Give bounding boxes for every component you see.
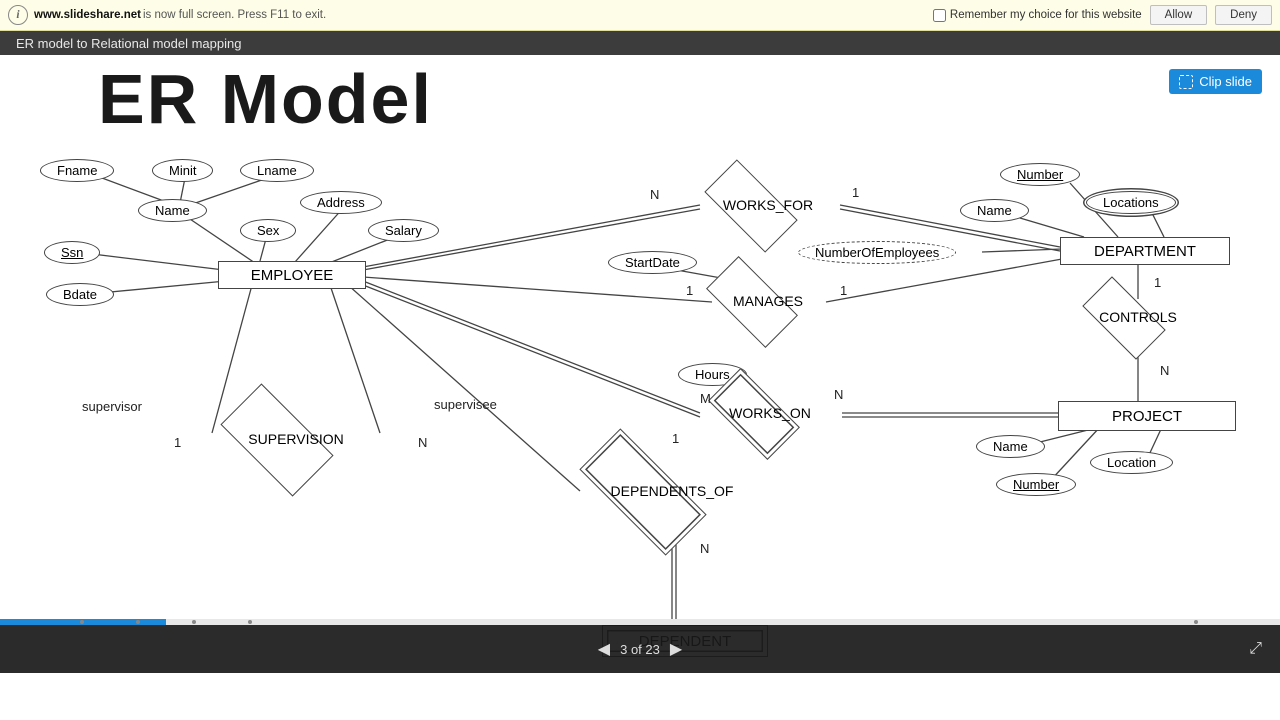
prev-slide-button[interactable]: ◀ [588, 639, 620, 659]
presentation-title: ER model to Relational model mapping [16, 36, 241, 51]
role-supervisor: supervisor [82, 399, 142, 414]
card-n2: N [418, 435, 427, 450]
attr-dept-locations: Locations [1086, 191, 1176, 214]
remember-label: Remember my choice for this website [950, 9, 1142, 21]
clip-label: Clip slide [1199, 74, 1252, 89]
rel-dependents-of: DEPENDENTS_OF [672, 491, 673, 492]
info-icon: i [8, 5, 28, 25]
page-indicator: 3 of 23 [620, 642, 660, 657]
card-1b: 1 [686, 283, 693, 298]
attr-minit: Minit [152, 159, 213, 182]
card-n5: N [1160, 363, 1169, 378]
rel-supervision: SUPERVISION [296, 439, 297, 440]
role-supervisee: supervisee [434, 397, 497, 412]
rel-works-for: WORKS_FOR [768, 205, 769, 206]
slide-title: ER Model [98, 59, 433, 139]
card-n4: N [700, 541, 709, 556]
attr-ssn: Ssn [44, 241, 100, 264]
attr-dept-number: Number [1000, 163, 1080, 186]
site-domain: www.slideshare.net [34, 9, 141, 21]
slide-nav-bar: ◀ 3 of 23 ▶ ⤢ [0, 625, 1280, 673]
card-1e: 1 [672, 431, 679, 446]
attr-startdate: StartDate [608, 251, 697, 274]
entity-employee: EMPLOYEE [218, 261, 366, 289]
rel-works-on: WORKS_ON [770, 413, 771, 414]
attr-proj-number: Number [996, 473, 1076, 496]
attr-address: Address [300, 191, 382, 214]
card-1d: 1 [174, 435, 181, 450]
attr-proj-location: Location [1090, 451, 1173, 474]
attr-dept-name: Name [960, 199, 1029, 222]
card-n: N [650, 187, 659, 202]
attr-name: Name [138, 199, 207, 222]
entity-project: PROJECT [1058, 401, 1236, 431]
attr-fname: Fname [40, 159, 114, 182]
attr-sex: Sex [240, 219, 296, 242]
fullscreen-msg: is now full screen. Press F11 to exit. [143, 9, 326, 21]
card-m: M [700, 391, 711, 406]
card-n3: N [834, 387, 843, 402]
attr-bdate: Bdate [46, 283, 114, 306]
presentation-title-bar: ER model to Relational model mapping [0, 31, 1280, 55]
clip-icon [1179, 75, 1193, 89]
attr-lname: Lname [240, 159, 314, 182]
attr-numemployees: NumberOfEmployees [798, 241, 956, 264]
card-1f: 1 [1154, 275, 1161, 290]
entity-department: DEPARTMENT [1060, 237, 1230, 265]
allow-button[interactable]: Allow [1150, 5, 1207, 25]
card-1c: 1 [840, 283, 847, 298]
rel-manages: MANAGES [768, 301, 769, 302]
card-1: 1 [852, 185, 859, 200]
deny-button[interactable]: Deny [1215, 5, 1272, 25]
remember-checkbox[interactable] [933, 9, 946, 22]
slide-canvas: ER Model Clip slide [0, 55, 1280, 673]
attr-salary: Salary [368, 219, 439, 242]
attr-proj-name: Name [976, 435, 1045, 458]
next-slide-button[interactable]: ▶ [660, 639, 692, 659]
rel-controls: CONTROLS [1138, 317, 1139, 318]
exit-fullscreen-icon[interactable]: ⤢ [1249, 640, 1262, 658]
clip-slide-button[interactable]: Clip slide [1169, 69, 1262, 94]
fullscreen-notice-bar: i www.slideshare.net is now full screen.… [0, 0, 1280, 31]
er-connectors [0, 55, 1280, 673]
